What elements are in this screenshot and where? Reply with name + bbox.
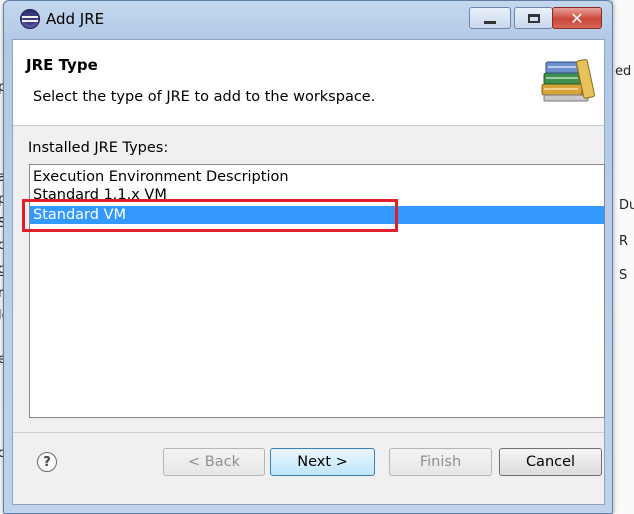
close-button[interactable]: ✕ bbox=[552, 7, 602, 29]
add-jre-dialog: Add JRE ✕ JRE Type Select the type of JR… bbox=[3, 0, 613, 514]
page-title: JRE Type bbox=[26, 56, 98, 74]
back-button[interactable]: < Back bbox=[163, 448, 265, 476]
minimize-button[interactable] bbox=[469, 7, 511, 29]
background-right-panel: ed Du R S bbox=[612, 0, 634, 514]
highlight-annotation bbox=[22, 199, 398, 232]
bg-fragment: R bbox=[619, 234, 629, 249]
wizard-header: JRE Type Select the type of JRE to add t… bbox=[13, 40, 604, 126]
footer-divider bbox=[13, 432, 604, 433]
jre-types-label: Installed JRE Types: bbox=[28, 140, 169, 156]
dialog-content: JRE Type Select the type of JRE to add t… bbox=[12, 39, 605, 505]
minimize-icon bbox=[484, 20, 496, 24]
page-description: Select the type of JRE to add to the wor… bbox=[33, 89, 376, 105]
maximize-icon bbox=[527, 13, 540, 23]
bg-fragment: ed bbox=[615, 64, 632, 79]
finish-button[interactable]: Finish bbox=[389, 448, 492, 476]
title-bar[interactable]: Add JRE ✕ bbox=[4, 1, 612, 39]
cancel-button[interactable]: Cancel bbox=[499, 448, 602, 476]
eclipse-icon bbox=[20, 9, 40, 29]
bg-fragment: S bbox=[619, 268, 628, 283]
close-icon: ✕ bbox=[570, 8, 584, 28]
books-icon bbox=[541, 59, 595, 102]
dialog-title: Add JRE bbox=[46, 10, 105, 28]
next-button[interactable]: Next > bbox=[270, 448, 375, 476]
maximize-button[interactable] bbox=[514, 7, 553, 29]
list-item-execution-environment[interactable]: Execution Environment Description bbox=[30, 168, 604, 186]
help-icon[interactable]: ? bbox=[37, 452, 57, 472]
bg-fragment: Du bbox=[619, 198, 634, 213]
